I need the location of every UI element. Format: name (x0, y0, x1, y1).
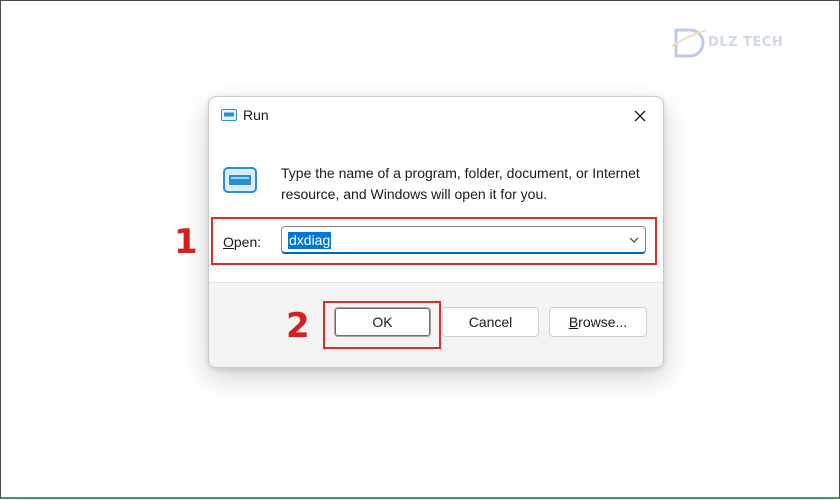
run-app-icon (221, 109, 237, 121)
close-button[interactable] (623, 101, 657, 131)
highlight-ok-button (323, 301, 441, 349)
cancel-button[interactable]: Cancel (442, 307, 539, 337)
highlight-open-field (211, 217, 657, 265)
watermark-text: DLZ TECH (708, 35, 784, 50)
watermark-logo: DLZ TECH (670, 26, 798, 60)
browse-accesskey: B (568, 314, 579, 330)
step-1-marker: 1 (174, 222, 198, 262)
run-program-icon (223, 167, 257, 193)
step-2-marker: 2 (286, 306, 310, 346)
window-title: Run (243, 107, 269, 123)
close-icon (634, 110, 646, 122)
browse-label: rowse... (578, 314, 628, 330)
run-description: Type the name of a program, folder, docu… (281, 165, 640, 202)
title-bar[interactable]: Run (209, 97, 663, 133)
browse-button[interactable]: Browse... (549, 307, 647, 337)
watermark-d-icon (671, 28, 707, 58)
